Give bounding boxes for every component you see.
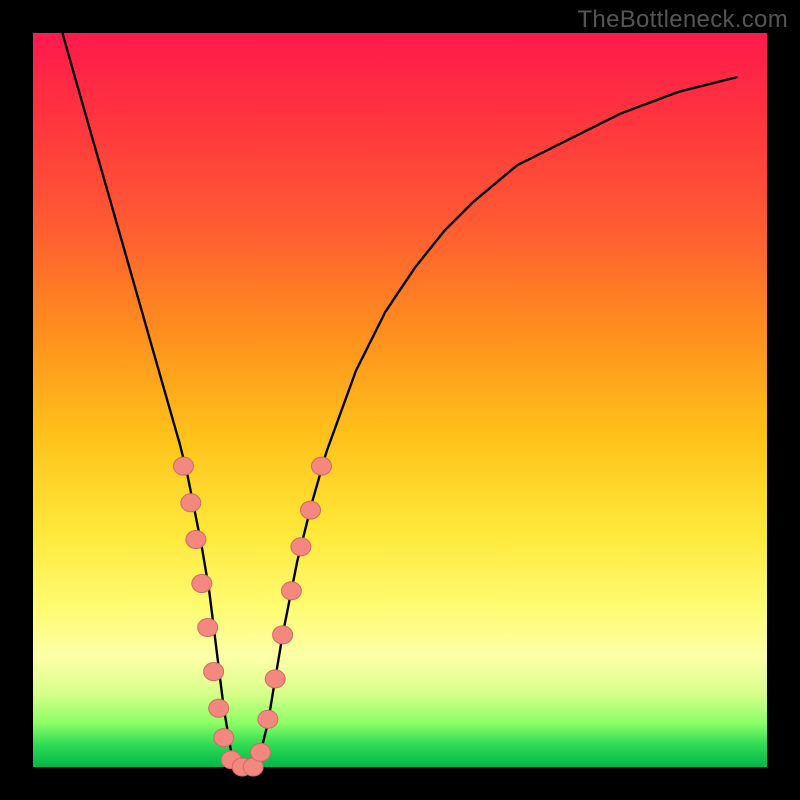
highlighted-points [174,457,332,776]
marker-dot [192,575,212,593]
plot-area [33,33,767,767]
marker-dot [198,619,218,637]
marker-dot [204,663,224,681]
marker-dot [301,501,321,519]
marker-dot [186,531,206,549]
marker-dot [291,538,311,556]
bottleneck-curve [62,33,737,767]
marker-dot [181,494,201,512]
chart-frame: TheBottleneck.com [0,0,800,800]
marker-dot [273,626,293,644]
marker-dot [258,710,278,728]
marker-dot [251,743,271,761]
watermark-text: TheBottleneck.com [577,6,788,34]
marker-dot [174,457,194,475]
marker-dot [312,457,332,475]
marker-dot [214,729,234,747]
curve-svg [33,33,767,767]
marker-dot [209,699,229,717]
marker-dot [281,582,301,600]
marker-dot [265,670,285,688]
